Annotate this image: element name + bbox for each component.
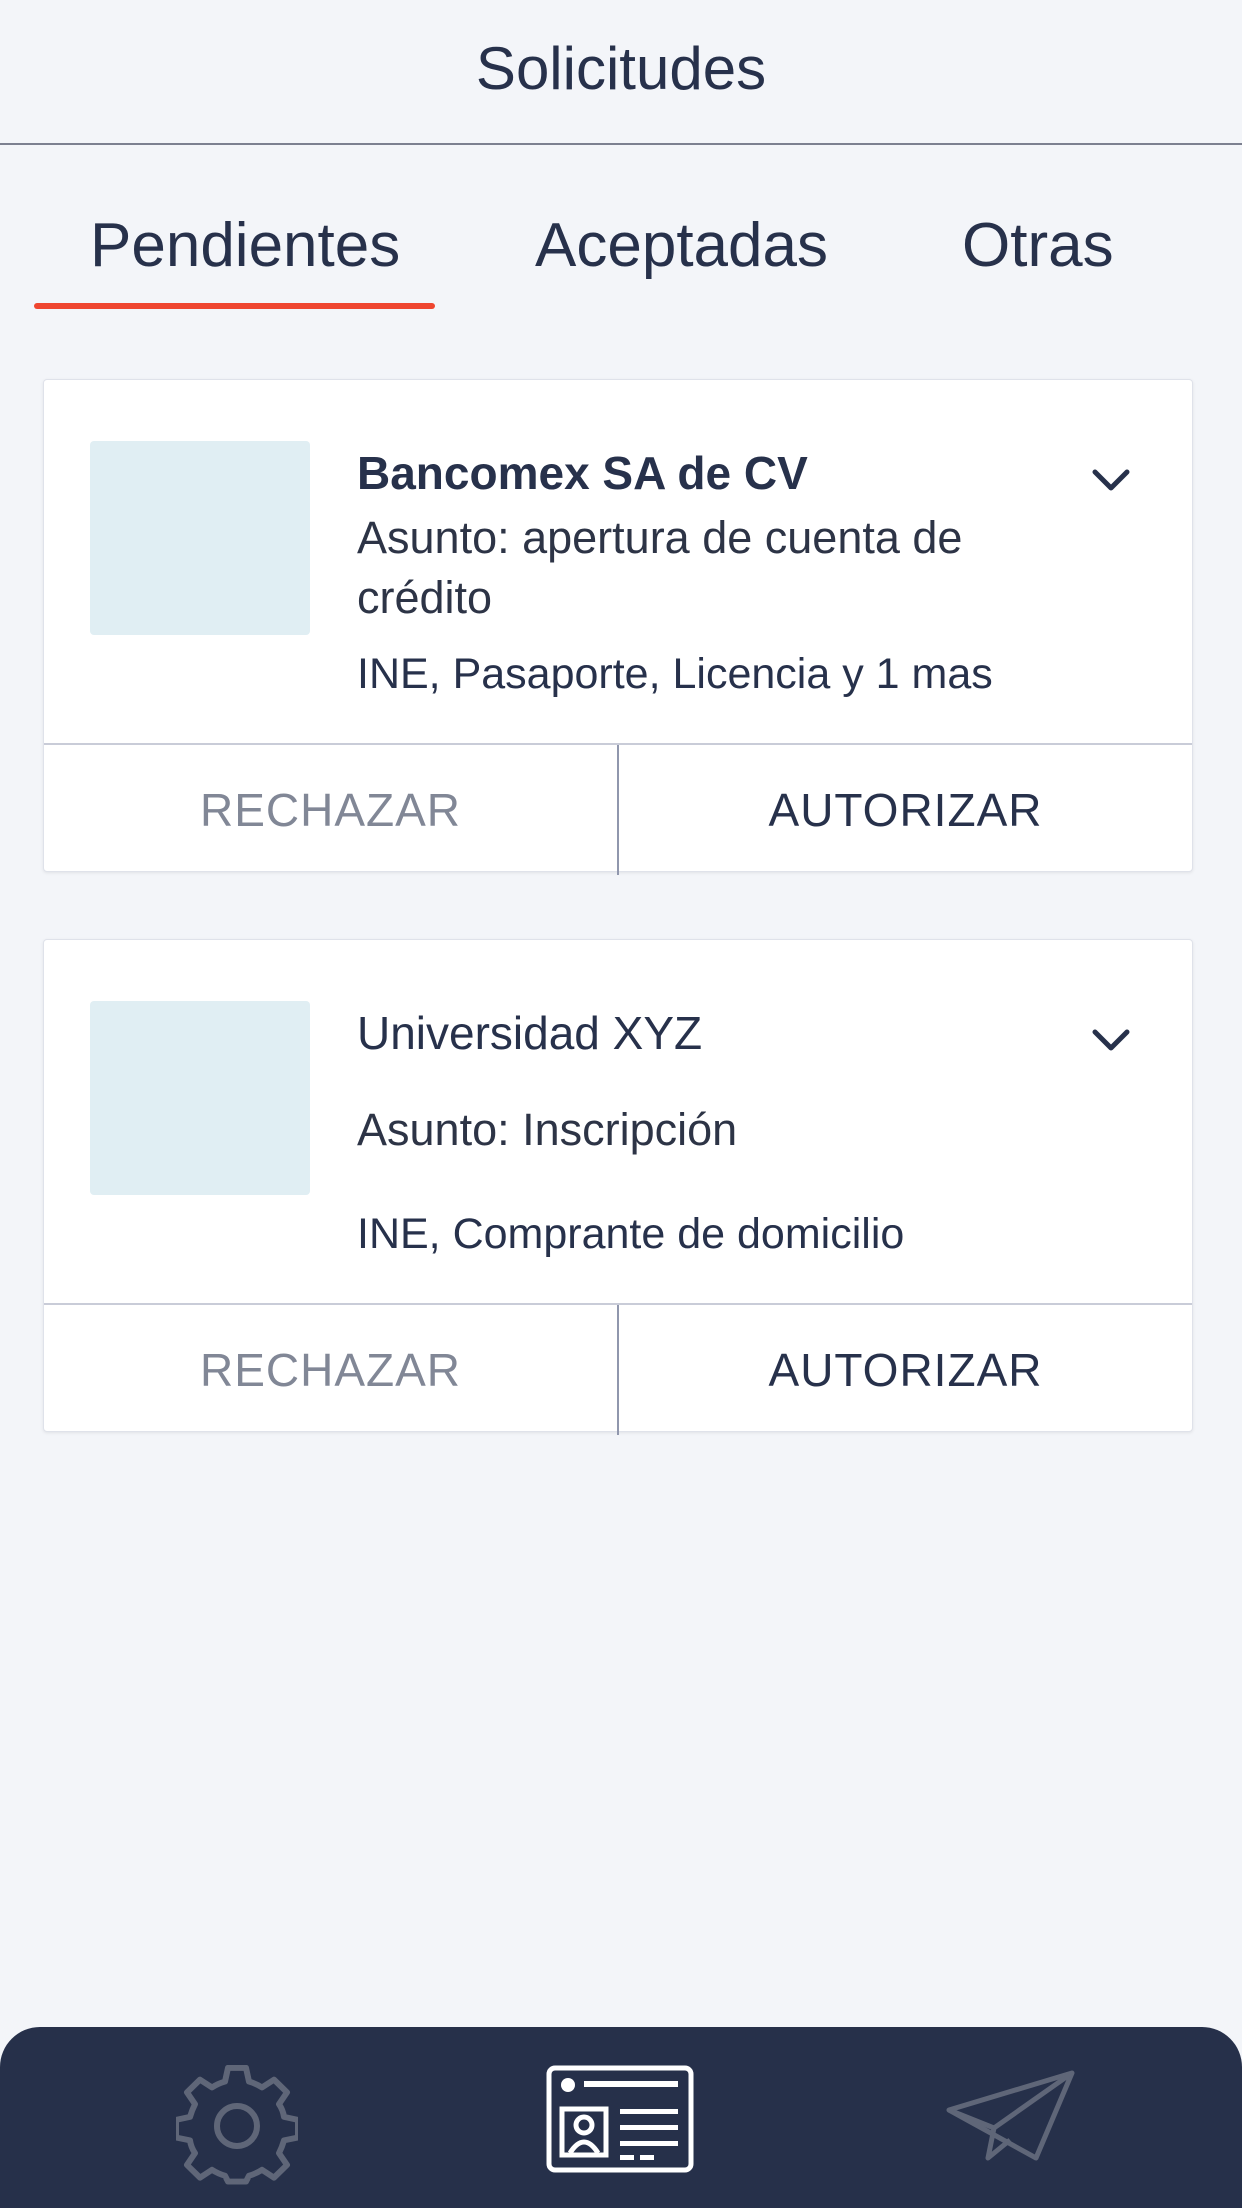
tab-otras[interactable]: Otras xyxy=(962,210,1114,281)
page-title: Solicitudes xyxy=(475,35,767,102)
request-subject: Asunto: apertura de cuenta de crédito xyxy=(357,512,963,623)
tab-bar: Pendientes Aceptadas Otras xyxy=(0,190,1242,320)
request-title: Universidad XYZ xyxy=(357,1007,703,1059)
authorize-button[interactable]: AUTORIZAR xyxy=(619,1305,1192,1435)
request-thumbnail xyxy=(90,441,310,635)
request-card: Bancomex SA de CV Asunto: apertura de cu… xyxy=(43,379,1193,875)
request-subject: Asunto: Inscripción xyxy=(357,1104,738,1155)
request-thumbnail xyxy=(90,1001,310,1195)
request-documents: INE, Comprante de domicilio xyxy=(357,1210,905,1258)
request-card: Universidad XYZ Asunto: Inscripción INE,… xyxy=(43,939,1193,1435)
request-title: Bancomex SA de CV xyxy=(357,447,808,499)
paper-plane-icon[interactable] xyxy=(946,2070,1076,2170)
tab-aceptadas[interactable]: Aceptadas xyxy=(535,210,828,281)
active-tab-indicator xyxy=(34,303,435,309)
bottom-navigation xyxy=(0,2027,1242,2208)
authorize-button[interactable]: AUTORIZAR xyxy=(619,745,1192,875)
tab-pendientes[interactable]: Pendientes xyxy=(90,210,400,281)
request-documents: INE, Pasaporte, Licencia y 1 mas xyxy=(357,650,993,698)
request-actions: RECHAZAR AUTORIZAR xyxy=(44,1303,1192,1435)
request-actions: RECHAZAR AUTORIZAR xyxy=(44,743,1192,875)
id-card-icon[interactable] xyxy=(546,2065,694,2173)
gear-icon[interactable] xyxy=(176,2065,298,2187)
reject-button[interactable]: RECHAZAR xyxy=(44,745,619,875)
reject-button[interactable]: RECHAZAR xyxy=(44,1305,619,1435)
chevron-down-icon[interactable] xyxy=(1087,456,1135,504)
chevron-down-icon[interactable] xyxy=(1087,1016,1135,1064)
app-header: Solicitudes xyxy=(0,0,1242,145)
